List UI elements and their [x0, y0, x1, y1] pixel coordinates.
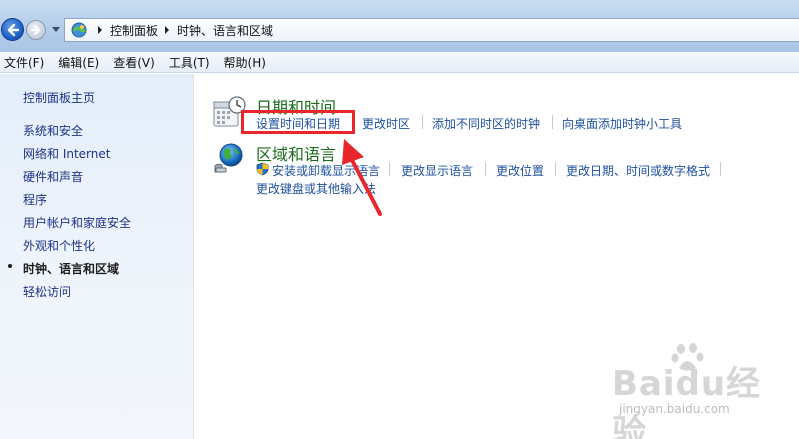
sidebar-control-panel-home[interactable]: 控制面板主页 — [23, 89, 95, 106]
globe-icon[interactable] — [213, 142, 245, 174]
current-item-bullet-icon — [8, 264, 12, 268]
recent-pages-dropdown[interactable] — [52, 27, 60, 32]
control-panel-icon — [71, 22, 87, 38]
watermark-title: Baidu经验 — [612, 364, 762, 439]
menu-bar: 文件(F) 编辑(E) 查看(V) 工具(T) 帮助(H) — [0, 52, 799, 73]
menu-help[interactable]: 帮助(H) — [220, 54, 271, 71]
sidebar-item-appearance[interactable]: 外观和个性化 — [23, 237, 95, 254]
arrow-right-icon — [31, 25, 40, 35]
menu-view[interactable]: 查看(V) — [109, 54, 160, 71]
sidebar-item-ease-of-access[interactable]: 轻松访问 — [23, 283, 71, 300]
baidu-watermark: Baidu经验 jingyan.baidu.com — [612, 342, 792, 439]
breadcrumb-control-panel[interactable]: 控制面板 — [110, 22, 158, 39]
link-divider — [485, 162, 486, 176]
link-divider — [552, 115, 553, 129]
link-change-display-language[interactable]: 更改显示语言 — [401, 162, 473, 179]
back-button[interactable] — [1, 18, 24, 41]
menu-tools[interactable]: 工具(T) — [165, 54, 215, 71]
link-divider — [720, 162, 721, 176]
sidebar-item-network-internet[interactable]: 网络和 Internet — [23, 145, 110, 162]
annotation-arrow-icon — [342, 139, 382, 216]
sidebar-item-programs[interactable]: 程序 — [23, 191, 47, 208]
watermark-url: jingyan.baidu.com — [619, 402, 730, 416]
forward-button[interactable] — [26, 20, 46, 40]
link-divider — [555, 162, 556, 176]
arrow-left-icon — [7, 23, 19, 36]
shield-icon — [256, 162, 269, 176]
breadcrumb-separator-icon[interactable] — [98, 26, 102, 34]
link-change-date-time-number-format[interactable]: 更改日期、时间或数字格式 — [566, 162, 710, 179]
sidebar-item-user-accounts[interactable]: 用户帐户和家庭安全 — [23, 214, 131, 231]
menu-edit[interactable]: 编辑(E) — [54, 54, 104, 71]
address-toolbar: 控制面板 时钟、语言和区域 — [0, 0, 799, 52]
address-box[interactable]: 控制面板 时钟、语言和区域 — [64, 18, 799, 42]
link-add-clocks[interactable]: 添加不同时区的时钟 — [432, 115, 540, 132]
breadcrumb-clock-language-region[interactable]: 时钟、语言和区域 — [177, 22, 273, 39]
sidebar-item-hardware-sound[interactable]: 硬件和声音 — [23, 168, 83, 185]
breadcrumb-separator-icon[interactable] — [165, 26, 170, 34]
link-change-location[interactable]: 更改位置 — [496, 162, 544, 179]
sidebar-item-clock-language-region[interactable]: 时钟、语言和区域 — [23, 260, 119, 277]
link-add-clock-gadget[interactable]: 向桌面添加时钟小工具 — [562, 115, 682, 132]
menu-file[interactable]: 文件(F) — [0, 54, 49, 71]
link-divider — [422, 115, 423, 129]
sidebar: 控制面板主页 系统和安全 网络和 Internet 硬件和声音 程序 用户帐户和… — [0, 74, 194, 439]
sidebar-item-system-security[interactable]: 系统和安全 — [23, 122, 83, 139]
